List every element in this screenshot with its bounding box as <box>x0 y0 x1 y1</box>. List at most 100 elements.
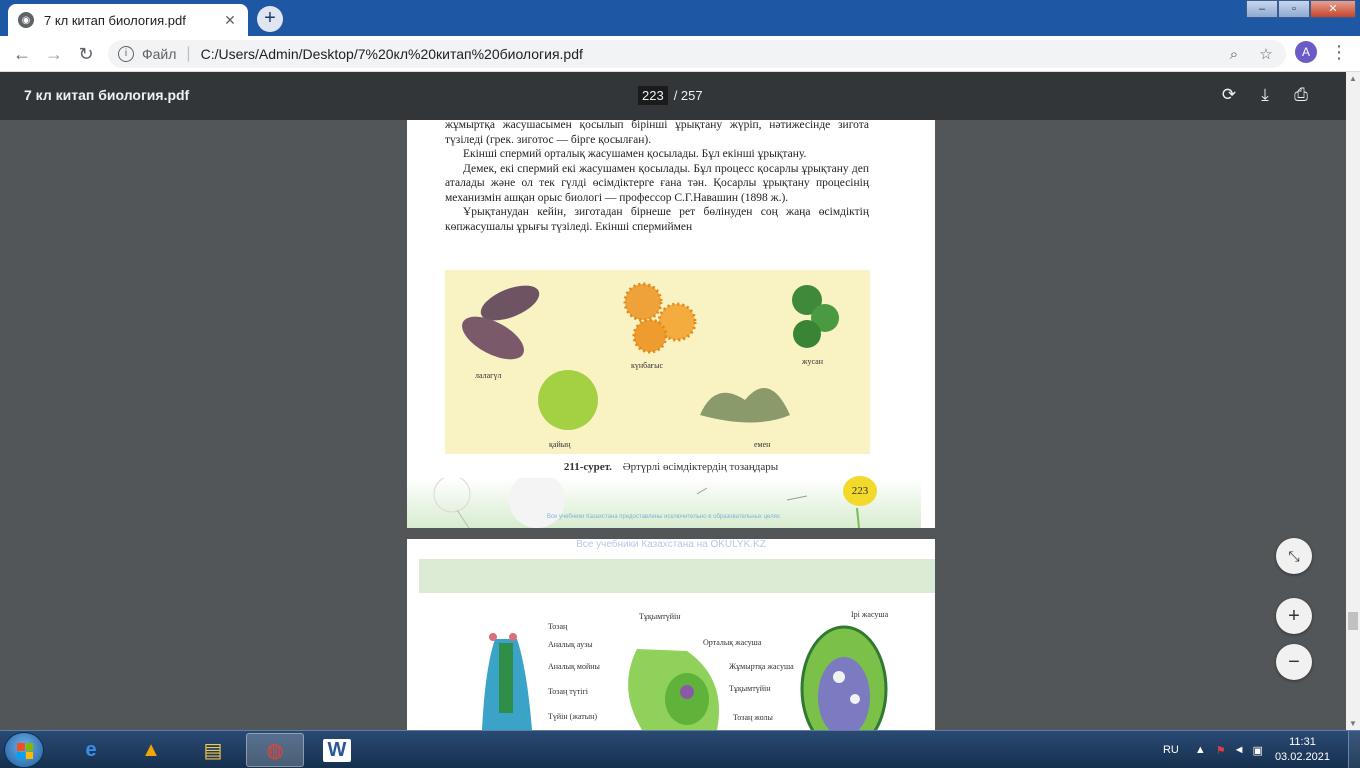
info-icon[interactable]: i <box>118 46 134 62</box>
scroll-up-arrow-icon[interactable]: ▲ <box>1349 74 1357 83</box>
label-zhumyrtka-zhasusha: Жұмыртқа жасуша <box>729 662 794 671</box>
close-window-button[interactable]: ✕ <box>1310 0 1356 18</box>
seed-line <box>696 487 708 495</box>
reload-icon[interactable]: ↻ <box>74 42 98 66</box>
vertical-scrollbar[interactable]: ▲ ▼ <box>1346 72 1360 730</box>
file-explorer-icon[interactable]: ▤ <box>184 733 242 767</box>
caption-text: Әртүрлі өсімдіктердің тозаңдары <box>622 461 779 473</box>
sunflower-pollen-grain <box>632 318 668 354</box>
label-tozan-zholy: Тозаң жолы <box>733 713 773 722</box>
scroll-down-arrow-icon[interactable]: ▼ <box>1349 719 1357 728</box>
address-url[interactable]: C:/Users/Admin/Desktop/7%20кл%20китап%20… <box>201 46 1222 62</box>
birch-pollen-grain <box>538 370 598 430</box>
taskbar: e ▲ ▤ ◍ W RU ▲ ⚑ ◄ ▣ 11:31 03.02.2021 <box>0 730 1360 768</box>
clock-date: 03.02.2021 <box>1274 751 1330 763</box>
figure-caption: 211-сурет. Әртүрлі өсімдіктердің тозаңда… <box>407 461 935 473</box>
label-emen: емен <box>754 440 771 449</box>
fit-to-page-icon[interactable]: ⤡ <box>1276 538 1312 574</box>
download-icon[interactable]: ⤓ <box>1254 84 1276 106</box>
current-page-input[interactable]: 223 <box>638 86 668 105</box>
label-zhusan: жусан <box>801 357 824 366</box>
bookmark-star-icon[interactable]: ☆ <box>1254 45 1278 63</box>
menu-kebab-icon[interactable]: ⋮ <box>1330 41 1348 63</box>
language-indicator[interactable]: RU <box>1163 744 1179 756</box>
label-ortalyk-zhasusha: Орталық жасуша <box>703 638 762 647</box>
media-player-icon[interactable]: ▲ <box>122 733 180 767</box>
zoom-icon[interactable]: ⌕ <box>1222 46 1246 63</box>
network-icon[interactable]: ⚑ <box>1216 744 1226 757</box>
zoom-in-button[interactable]: + <box>1276 598 1312 634</box>
label-tuiin: Түйін (жатын) <box>548 712 597 721</box>
word-icon[interactable]: W <box>308 733 366 767</box>
browser-toolbar: ← → ↻ i Файл | C:/Users/Admin/Desktop/7%… <box>0 36 1360 72</box>
pdf-file-name: 7 кл китап биология.pdf <box>24 87 190 103</box>
paragraph-1: жұмыртқа жасушасымен қосылып бірінші ұры… <box>445 120 869 146</box>
total-pages: / 257 <box>673 88 703 103</box>
paragraph-3: Демек, екі спермий екі жасушамен қосылад… <box>445 162 869 204</box>
volume-icon[interactable]: ◄ <box>1234 744 1245 756</box>
internet-explorer-icon[interactable]: e <box>62 733 120 767</box>
page-selector: 223 / 257 <box>638 86 703 105</box>
new-tab-button[interactable]: + <box>257 6 283 32</box>
footer-watermark: Все учебники Казахстана предоставлены ис… <box>547 514 780 520</box>
flower-stem <box>856 507 860 528</box>
back-arrow-icon[interactable]: ← <box>10 42 34 66</box>
pdf-tools: ⟳ ⤓ ⎙ <box>1218 84 1312 106</box>
minimize-button[interactable]: – <box>1246 0 1278 18</box>
power-icon[interactable]: ▣ <box>1253 744 1263 757</box>
scrollbar-thumb[interactable] <box>1348 612 1358 630</box>
flower-structure-diagram: Тозаң Аналық аузы Аналық мойны Тозаң түт… <box>482 610 889 730</box>
cell-nucleus <box>850 694 860 704</box>
system-tray: RU ▲ ⚑ ◄ ▣ 11:31 03.02.2021 <box>1163 731 1360 768</box>
label-kaiyn: қайың <box>549 440 571 449</box>
browser-tab[interactable]: ◉ 7 кл китап биология.pdf ✕ <box>8 4 248 36</box>
tab-strip: ◉ 7 кл китап биология.pdf ✕ + – ▫ ✕ <box>0 0 1360 36</box>
chrome-icon[interactable]: ◍ <box>246 733 304 767</box>
label-tozan: Тозаң <box>548 622 568 631</box>
label-analyk-auzy: Аналық аузы <box>548 640 593 649</box>
central-cell <box>680 685 694 699</box>
window-controls: – ▫ ✕ <box>1246 0 1356 18</box>
windows-logo-icon <box>17 743 33 759</box>
globe-icon: ◉ <box>18 12 34 28</box>
label-lalagul: лалагүл <box>475 371 501 380</box>
pdf-toolbar: 7 кл китап биология.pdf 223 / 257 ⟳ ⤓ ⎙ <box>0 72 1346 120</box>
sunflower-pollen-grain <box>623 282 663 322</box>
paragraph-2: Екінші спермий орталық жасушамен қосылад… <box>463 148 807 160</box>
tab-close-button[interactable]: ✕ <box>222 12 238 29</box>
show-desktop-button[interactable] <box>1348 731 1360 768</box>
tray-expand-icon[interactable]: ▲ <box>1195 744 1206 756</box>
dandelion-stem <box>456 509 470 528</box>
profile-avatar[interactable]: A <box>1295 41 1317 63</box>
tab-title: 7 кл китап биология.pdf <box>44 12 186 28</box>
label-tozan-tutigi: Тозаң түтігі <box>548 687 589 696</box>
pollen-grain <box>509 633 517 641</box>
label-tukymtuiin-2: Тұқымтүйін <box>729 684 771 693</box>
print-icon[interactable]: ⎙ <box>1290 84 1312 106</box>
dandelion-seedhead <box>509 472 565 528</box>
page-number-badge: 223 <box>843 476 877 506</box>
oak-pollen-grain <box>700 388 790 423</box>
label-kunbagys: күнбағыс <box>631 361 663 370</box>
pollen-figure: лалагүл күнбағыс жусан қайың емен <box>445 270 870 454</box>
pistil-style <box>499 643 513 713</box>
pdf-page-224: Все учебники Казахстана на OKULYK.KZ Тоз… <box>407 539 935 730</box>
pollen-grain <box>489 633 497 641</box>
rotate-icon[interactable]: ⟳ <box>1218 84 1240 106</box>
dandelion-seedhead <box>433 475 471 513</box>
start-button[interactable] <box>4 732 44 768</box>
pdf-page-223: жұмыртқа жасушасымен қосылып бірінші ұры… <box>407 120 935 528</box>
clock-time: 11:31 <box>1289 736 1316 748</box>
clock[interactable]: 11:31 03.02.2021 <box>1275 735 1330 765</box>
label-tukymtuiin: Тұқымтүйін <box>639 612 681 621</box>
zoom-out-button[interactable]: − <box>1276 644 1312 680</box>
address-separator: | <box>186 45 191 62</box>
maximize-button[interactable]: ▫ <box>1278 0 1310 18</box>
address-scheme-label: Файл <box>142 46 177 62</box>
wormwood-pollen-grain <box>793 320 821 348</box>
seed-line <box>786 495 808 501</box>
caption-number: 211-сурет. <box>563 461 612 473</box>
forward-arrow-icon[interactable]: → <box>42 42 66 66</box>
pollen-illustration: лалагүл күнбағыс жусан қайың емен <box>462 282 839 449</box>
address-bar[interactable]: i Файл | C:/Users/Admin/Desktop/7%20кл%2… <box>108 40 1286 68</box>
